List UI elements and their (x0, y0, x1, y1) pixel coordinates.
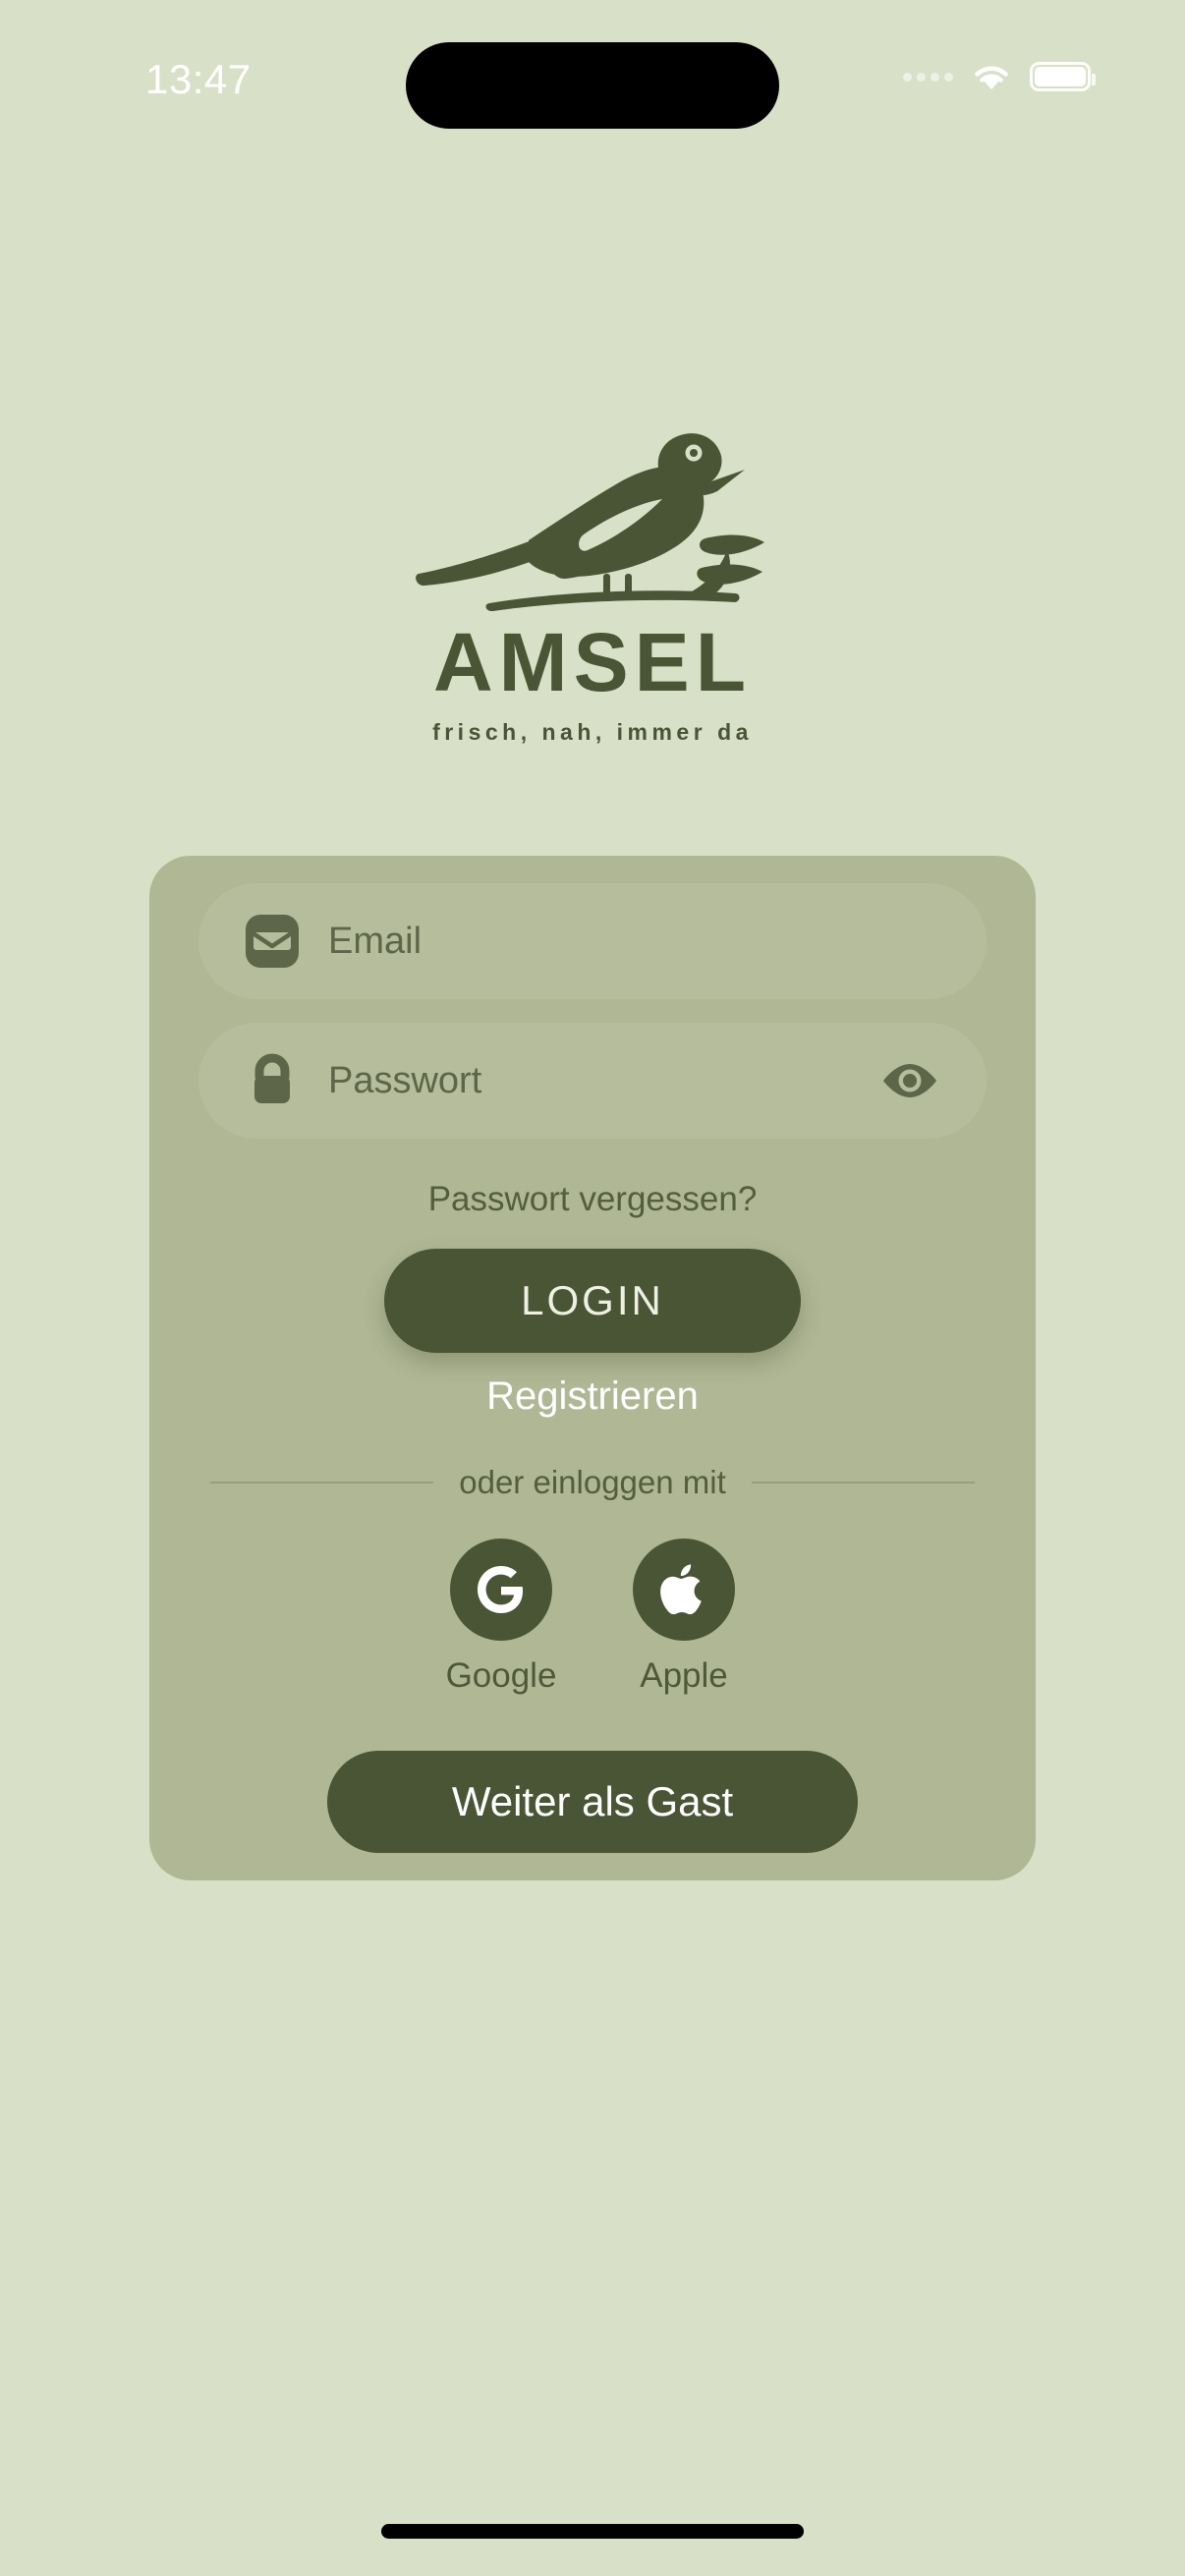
apple-login-button[interactable]: Apple (624, 1539, 744, 1696)
divider-line-left (210, 1482, 434, 1484)
register-link[interactable]: Registrieren (149, 1374, 1036, 1419)
status-indicators (903, 61, 1096, 92)
eye-icon[interactable] (878, 1058, 941, 1103)
google-g-icon (450, 1539, 552, 1641)
google-login-label: Google (445, 1656, 557, 1695)
google-login-button[interactable]: Google (441, 1539, 561, 1696)
password-placeholder: Passwort (328, 1059, 482, 1101)
login-screen: 13:47 AMSEL frisch, nah, immer da Email … (0, 0, 1185, 2576)
apple-logo-icon (633, 1539, 735, 1641)
lock-icon (242, 1050, 303, 1111)
continue-as-guest-button[interactable]: Weiter als Gast (327, 1751, 858, 1853)
battery-full-icon (1030, 62, 1096, 91)
brand-header: AMSEL frisch, nah, immer da (0, 424, 1185, 746)
wifi-icon (971, 61, 1012, 92)
login-button[interactable]: LOGIN (384, 1249, 801, 1353)
dynamic-island (406, 42, 779, 129)
status-time: 13:47 (145, 56, 252, 102)
blackbird-on-branch-logo (0, 424, 1185, 611)
apple-login-label: Apple (640, 1656, 728, 1695)
home-indicator[interactable] (381, 2524, 804, 2539)
brand-name: AMSEL (433, 616, 752, 708)
envelope-icon (242, 911, 303, 972)
divider-label: oder einloggen mit (459, 1464, 726, 1500)
social-divider: oder einloggen mit (210, 1464, 976, 1501)
email-field[interactable]: Email (198, 883, 987, 999)
social-login-row: Google Apple (149, 1539, 1036, 1696)
brand-tagline: frisch, nah, immer da (432, 719, 753, 745)
divider-line-right (751, 1482, 976, 1484)
forgot-password-link[interactable]: Passwort vergessen? (149, 1180, 1036, 1219)
login-card-content: Email Passwort Passwort vergessen? LOGIN… (149, 856, 1036, 1880)
password-field[interactable]: Passwort (198, 1023, 987, 1139)
status-bar: 13:47 (0, 0, 1185, 147)
email-placeholder: Email (328, 920, 423, 962)
signal-dots-icon (903, 72, 953, 82)
